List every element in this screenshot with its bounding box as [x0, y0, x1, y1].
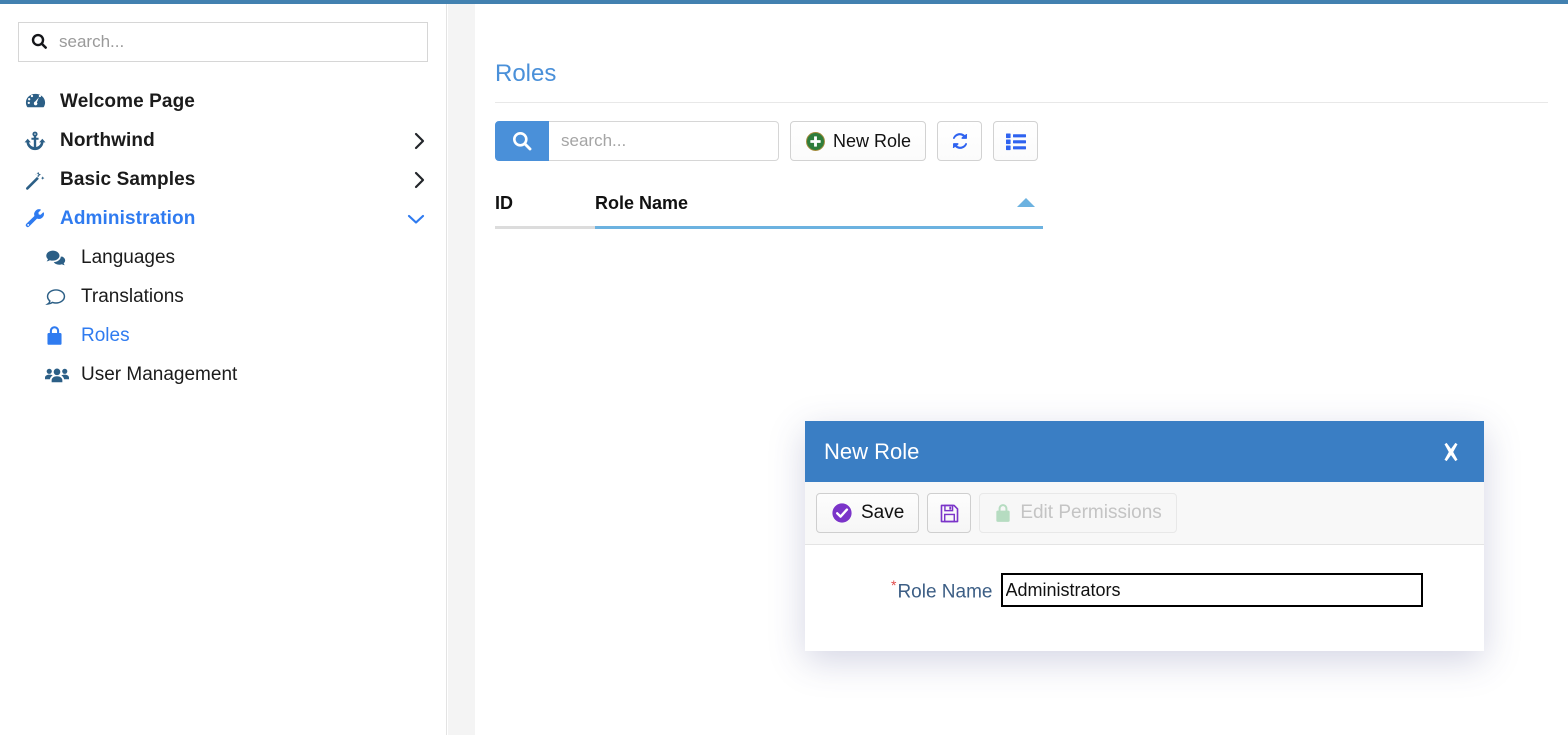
sidebar-item-basic-samples[interactable]: Basic Samples [0, 160, 446, 199]
sidebar-search-placeholder: search... [59, 32, 125, 51]
role-name-label-text: Role Name [897, 581, 993, 603]
edit-permissions-button[interactable]: Edit Permissions [979, 493, 1177, 533]
sidebar-item-label: Basic Samples [60, 168, 196, 190]
column-header-label: ID [495, 193, 513, 213]
list-icon [1005, 132, 1027, 151]
sidebar-item-northwind[interactable]: Northwind [0, 121, 446, 160]
chevron-down-icon[interactable] [406, 213, 426, 225]
page-title: Roles [495, 60, 557, 87]
column-header-role-name[interactable]: Role Name [595, 193, 1043, 229]
refresh-button[interactable] [937, 121, 983, 161]
grid-search-input[interactable] [549, 121, 779, 161]
column-header-id[interactable]: ID [495, 193, 595, 229]
edit-permissions-label: Edit Permissions [1020, 502, 1162, 523]
chevron-right-icon[interactable] [414, 131, 426, 151]
sidebar-search[interactable]: search... [18, 22, 428, 62]
table-header-row: ID Role Name [495, 193, 1043, 229]
sidebar-item-roles[interactable]: Roles [0, 316, 446, 355]
lock-icon [45, 325, 73, 346]
close-icon[interactable] [1438, 439, 1464, 465]
sidebar: search... Welcome Page Northwind Basic S… [0, 4, 447, 735]
grid-search-group [495, 121, 779, 161]
new-role-label: New Role [833, 130, 912, 151]
grid-toolbar: New Role [495, 121, 1568, 161]
sidebar-nav: Welcome Page Northwind Basic Samples Adm… [0, 82, 446, 394]
sidebar-item-label: Northwind [60, 129, 155, 151]
sidebar-item-user-management[interactable]: User Management [0, 355, 446, 394]
search-icon [29, 31, 51, 53]
content-gutter [448, 4, 475, 735]
sidebar-subitem-label: User Management [81, 363, 238, 385]
caret-up-icon [1017, 198, 1035, 207]
dialog-title: New Role [824, 438, 920, 464]
chevron-right-icon[interactable] [414, 170, 426, 190]
lock-icon [994, 503, 1012, 523]
new-role-dialog: New Role Save Edit Permissions *Role Nam… [805, 421, 1484, 651]
role-name-field-row: *Role Name [805, 573, 1484, 607]
comment-icon [45, 286, 73, 308]
role-name-label: *Role Name [891, 577, 993, 603]
sidebar-item-translations[interactable]: Translations [0, 277, 446, 316]
column-chooser-button[interactable] [993, 121, 1039, 161]
users-icon [45, 364, 73, 386]
save-button[interactable]: Save [816, 493, 920, 533]
sidebar-subitem-label: Roles [81, 324, 130, 346]
check-circle-icon [831, 502, 853, 524]
save-label: Save [861, 502, 905, 523]
refresh-icon [949, 130, 971, 152]
dialog-toolbar: Save Edit Permissions [805, 482, 1484, 545]
role-name-input[interactable] [1000, 573, 1423, 607]
sidebar-item-label: Administration [60, 207, 196, 229]
dashboard-icon [24, 90, 50, 113]
title-divider [495, 102, 1548, 103]
sidebar-item-label: Welcome Page [60, 90, 195, 112]
sidebar-item-languages[interactable]: Languages [0, 238, 446, 277]
sidebar-subitem-label: Languages [81, 246, 176, 268]
sidebar-subitem-label: Translations [81, 285, 184, 307]
wrench-icon [24, 208, 50, 230]
dialog-body: *Role Name [805, 545, 1484, 651]
comments-icon [45, 247, 73, 269]
new-role-button[interactable]: New Role [790, 121, 927, 161]
plus-circle-icon [805, 131, 826, 152]
search-button[interactable] [495, 121, 549, 161]
required-marker: * [891, 576, 897, 593]
dialog-header: New Role [805, 421, 1484, 482]
column-header-label: Role Name [595, 193, 689, 213]
search-icon [511, 130, 533, 152]
floppy-disk-icon [939, 503, 960, 524]
sidebar-item-administration[interactable]: Administration [0, 199, 446, 238]
save-draft-button[interactable] [927, 493, 972, 533]
anchor-icon [24, 130, 50, 152]
application-window: search... Welcome Page Northwind Basic S… [0, 0, 1568, 735]
sidebar-item-welcome-page[interactable]: Welcome Page [0, 82, 446, 121]
roles-table: ID Role Name [495, 193, 1043, 229]
magic-wand-icon [24, 169, 50, 191]
